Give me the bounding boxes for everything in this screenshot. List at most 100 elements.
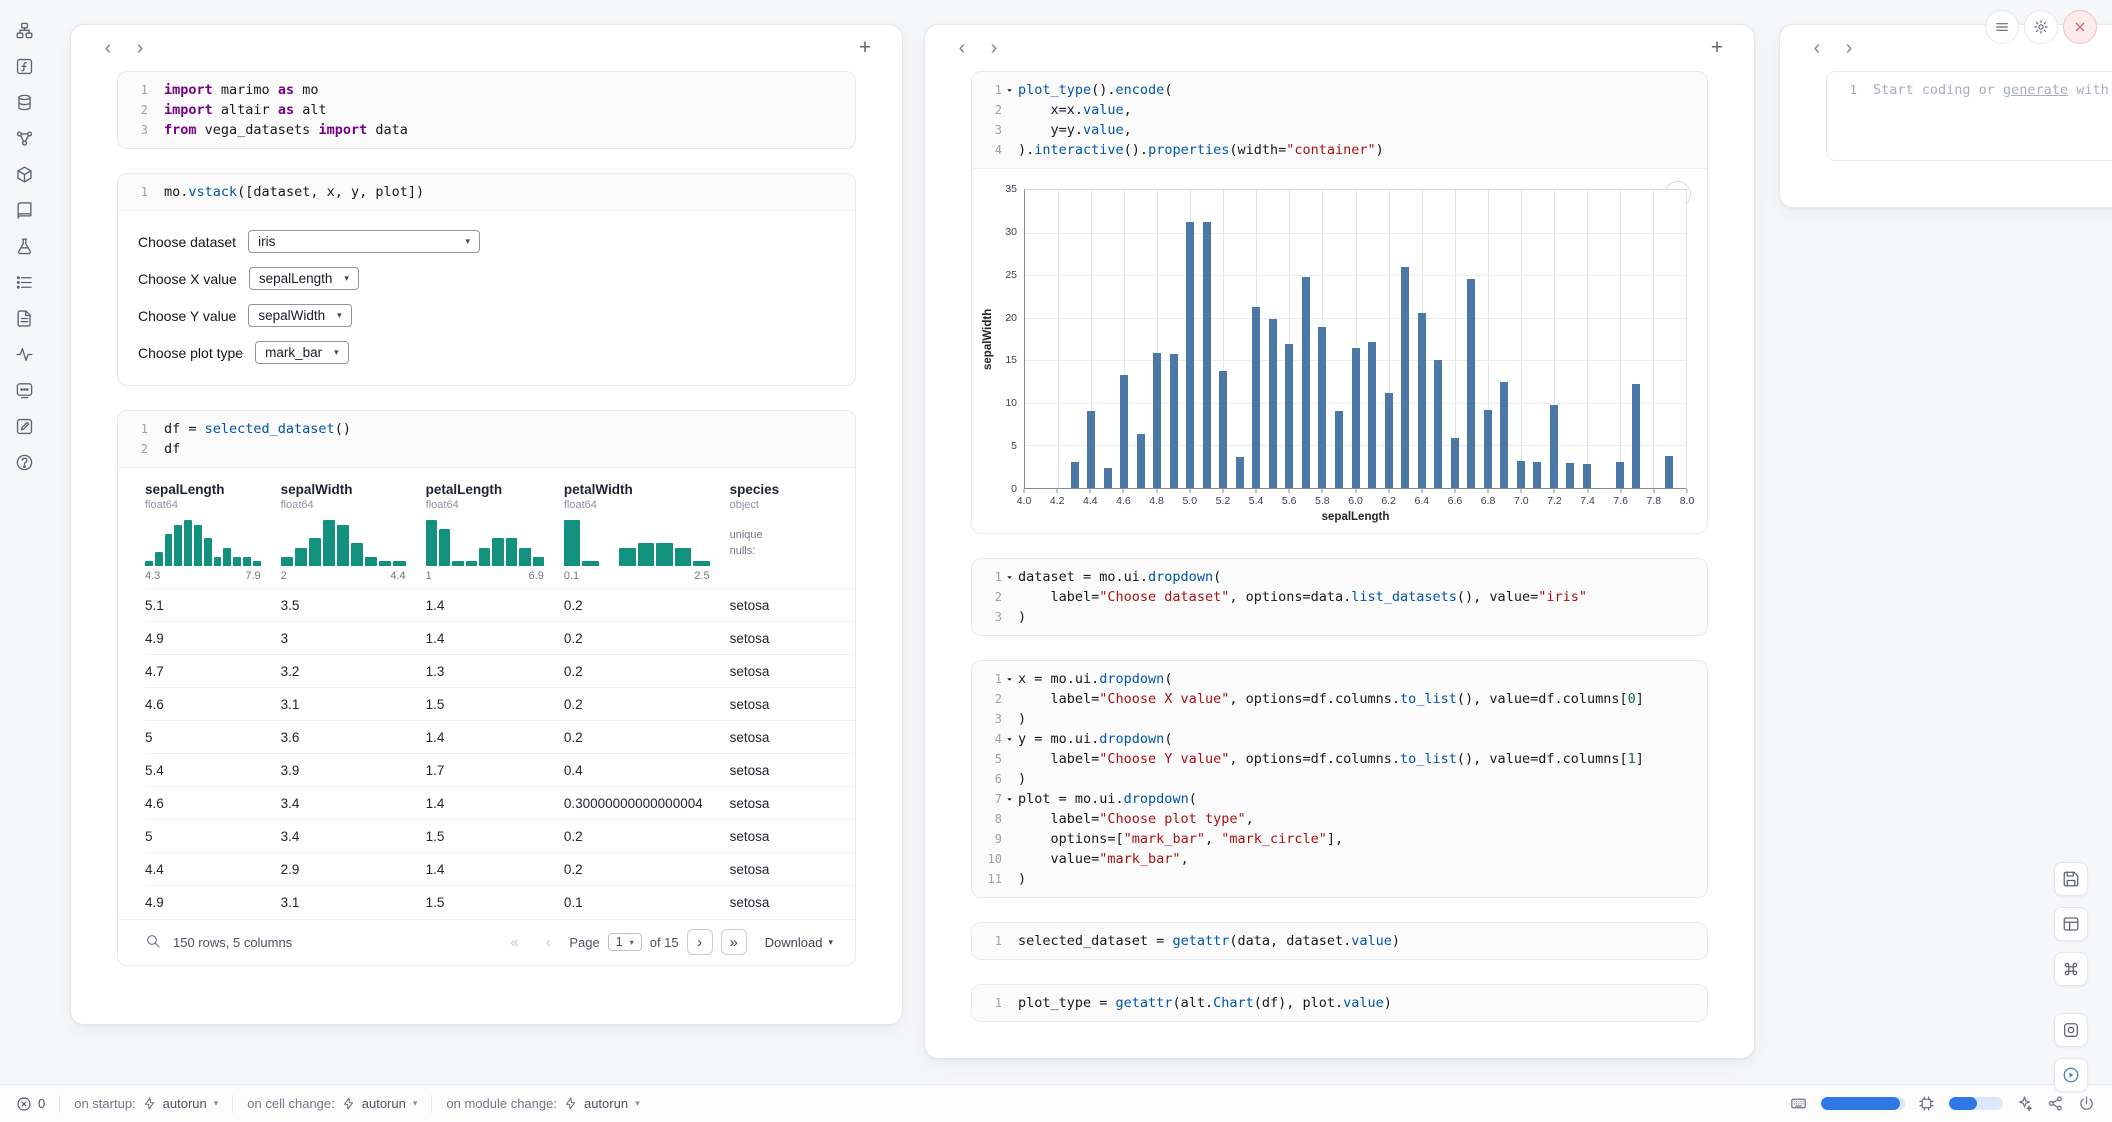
- cell-widget-dropdowns[interactable]: 1x = mo.ui.dropdown(2 label="Choose X va…: [971, 660, 1708, 898]
- histogram-bar: [582, 561, 598, 566]
- sidebar-item-scratchpad[interactable]: [8, 412, 40, 440]
- power-icon[interactable]: [2078, 1095, 2096, 1113]
- table-row[interactable]: 4.63.41.40.30000000000000004setosa: [145, 787, 855, 820]
- column-header-sepalLength[interactable]: sepalLengthfloat644.37.9: [145, 472, 281, 589]
- keyboard-icon[interactable]: [1790, 1095, 1808, 1113]
- code-editor[interactable]: 1mo.vstack([dataset, x, y, plot]): [118, 174, 855, 211]
- share-icon[interactable]: [2047, 1095, 2065, 1113]
- sidebar-item-variables[interactable]: [8, 52, 40, 80]
- chevron-right-icon[interactable]: ›: [981, 35, 1007, 61]
- code-editor[interactable]: 1plot_type().encode(2 x=x.value,3 y=y.va…: [972, 72, 1707, 169]
- y-value-select[interactable]: sepalWidth▾: [248, 304, 351, 327]
- code-editor[interactable]: 1df = selected_dataset()2df: [118, 411, 855, 468]
- run-button[interactable]: [2054, 1058, 2088, 1092]
- cell-chart[interactable]: 1plot_type().encode(2 x=x.value,3 y=y.va…: [971, 71, 1708, 534]
- column-header-petalLength[interactable]: petalLengthfloat6416.9: [426, 472, 564, 589]
- layout-button[interactable]: [2054, 907, 2088, 941]
- sidebar-item-dependencies[interactable]: [8, 124, 40, 152]
- sidebar-item-documentation[interactable]: [8, 196, 40, 224]
- table-row[interactable]: 4.42.91.40.2setosa: [145, 853, 855, 886]
- cell-dataframe[interactable]: 1df = selected_dataset()2df sepalLengthf…: [117, 410, 856, 966]
- cell-plot-type[interactable]: 1plot_type = getattr(alt.Chart(df), plot…: [971, 984, 1708, 1022]
- cpu-meter[interactable]: [1949, 1097, 2003, 1110]
- search-icon[interactable]: [145, 933, 163, 951]
- sidebar-item-data-sources[interactable]: [8, 88, 40, 116]
- code-editor[interactable]: 1plot_type = getattr(alt.Chart(df), plot…: [972, 985, 1707, 1021]
- fold-chevron-icon[interactable]: [1002, 672, 1016, 686]
- table-row[interactable]: 53.61.40.2setosa: [145, 721, 855, 754]
- histogram-bar: [533, 557, 544, 566]
- table-row[interactable]: 5.43.91.70.4setosa: [145, 754, 855, 787]
- next-page-button[interactable]: ›: [687, 929, 713, 955]
- ai-sparkle-icon[interactable]: [2016, 1095, 2034, 1113]
- sidebar-item-logs[interactable]: [8, 304, 40, 332]
- frame-button[interactable]: [2054, 1013, 2088, 1047]
- table-row[interactable]: 4.93.11.50.1setosa: [145, 886, 855, 919]
- min-value: 4.3: [145, 570, 160, 582]
- add-cell-button[interactable]: +: [852, 35, 878, 61]
- chevron-left-icon[interactable]: ‹: [95, 35, 121, 61]
- table-row[interactable]: 4.63.11.50.2setosa: [145, 688, 855, 721]
- close-panel-button[interactable]: [2063, 10, 2097, 44]
- code-editor[interactable]: 1selected_dataset = getattr(data, datase…: [972, 923, 1707, 959]
- sidebar-item-outline[interactable]: [8, 268, 40, 296]
- on-startup-setting[interactable]: on startup: autorun ▾: [74, 1096, 218, 1111]
- fold-chevron-icon[interactable]: [1002, 570, 1016, 584]
- fold-chevron-icon[interactable]: [1002, 83, 1016, 97]
- cell-selected-dataset[interactable]: 1selected_dataset = getattr(data, datase…: [971, 922, 1708, 960]
- page-select[interactable]: 1 ▾: [608, 933, 642, 951]
- axis-tick: [1620, 489, 1621, 493]
- token: plot = mo.ui.: [1018, 791, 1124, 807]
- last-page-button[interactable]: »: [721, 929, 747, 955]
- menu-button[interactable]: [1985, 10, 2019, 44]
- on-cell-change-setting[interactable]: on cell change: autorun ▾: [247, 1096, 417, 1111]
- cell-vstack[interactable]: 1mo.vstack([dataset, x, y, plot]) Choose…: [117, 173, 856, 386]
- save-button[interactable]: [2054, 862, 2088, 896]
- cell-imports[interactable]: 1import marimo as mo2import altair as al…: [117, 71, 856, 149]
- on-module-change-setting[interactable]: on module change: autorun ▾: [446, 1096, 639, 1111]
- x-value-select[interactable]: sepalLength▾: [249, 267, 359, 290]
- table-row[interactable]: 4.931.40.2setosa: [145, 622, 855, 655]
- add-cell-button[interactable]: +: [1704, 35, 1730, 61]
- download-button[interactable]: Download ▾: [765, 935, 833, 950]
- cell-empty-editor[interactable]: 1 Start coding or generate with AI.: [1826, 71, 2112, 161]
- plot-type-select[interactable]: mark_bar▾: [255, 341, 349, 364]
- chevron-left-icon[interactable]: ‹: [949, 35, 975, 61]
- column-header-petalWidth[interactable]: petalWidthfloat640.12.5: [564, 472, 730, 589]
- y-tick-label: 10: [1005, 397, 1017, 409]
- table-row[interactable]: 5.13.51.40.2setosa: [145, 589, 855, 622]
- sidebar-item-files[interactable]: [8, 16, 40, 44]
- code-line: 1plot_type = getattr(alt.Chart(df), plot…: [980, 993, 1693, 1013]
- sidebar-item-tools[interactable]: [8, 232, 40, 260]
- table-row[interactable]: 4.73.21.30.2setosa: [145, 655, 855, 688]
- x-tick-label: 4.2: [1050, 495, 1065, 507]
- chart-plot-area[interactable]: [1024, 189, 1687, 489]
- settings-button[interactable]: [2024, 10, 2058, 44]
- fold-chevron-icon[interactable]: [1002, 732, 1016, 746]
- fold-chevron-icon[interactable]: [1002, 792, 1016, 806]
- column-header-species[interactable]: speciesobjectuniquenulls:: [730, 472, 855, 589]
- column-name: sepalWidth: [281, 482, 406, 497]
- chevron-left-icon[interactable]: ‹: [1804, 35, 1830, 61]
- sidebar-item-tracing[interactable]: [8, 340, 40, 368]
- chevron-right-icon[interactable]: ›: [127, 35, 153, 61]
- cell-dataset-dropdown[interactable]: 1dataset = mo.ui.dropdown(2 label="Choos…: [971, 558, 1708, 636]
- error-indicator[interactable]: 0: [16, 1096, 45, 1112]
- keyboard-shortcuts-button[interactable]: [2054, 952, 2088, 986]
- code-editor[interactable]: 1x = mo.ui.dropdown(2 label="Choose X va…: [972, 661, 1707, 897]
- sidebar-item-packages[interactable]: [8, 160, 40, 188]
- chart-bar: [1186, 222, 1194, 488]
- code-editor[interactable]: 1dataset = mo.ui.dropdown(2 label="Choos…: [972, 559, 1707, 635]
- sidebar-item-ai-chat[interactable]: [8, 376, 40, 404]
- first-page-button[interactable]: «: [501, 929, 527, 955]
- code-editor[interactable]: 1import marimo as mo2import altair as al…: [118, 72, 855, 148]
- code-text: ): [1018, 769, 1026, 789]
- table-row[interactable]: 53.41.50.2setosa: [145, 820, 855, 853]
- memory-meter[interactable]: [1821, 1097, 1905, 1110]
- generate-with-ai-link[interactable]: generate: [2003, 82, 2068, 98]
- prev-page-button[interactable]: ‹: [535, 929, 561, 955]
- dataset-select[interactable]: iris▾: [248, 230, 480, 253]
- chevron-right-icon[interactable]: ›: [1836, 35, 1862, 61]
- column-header-sepalWidth[interactable]: sepalWidthfloat6424.4: [281, 472, 426, 589]
- sidebar-item-help[interactable]: [8, 448, 40, 476]
